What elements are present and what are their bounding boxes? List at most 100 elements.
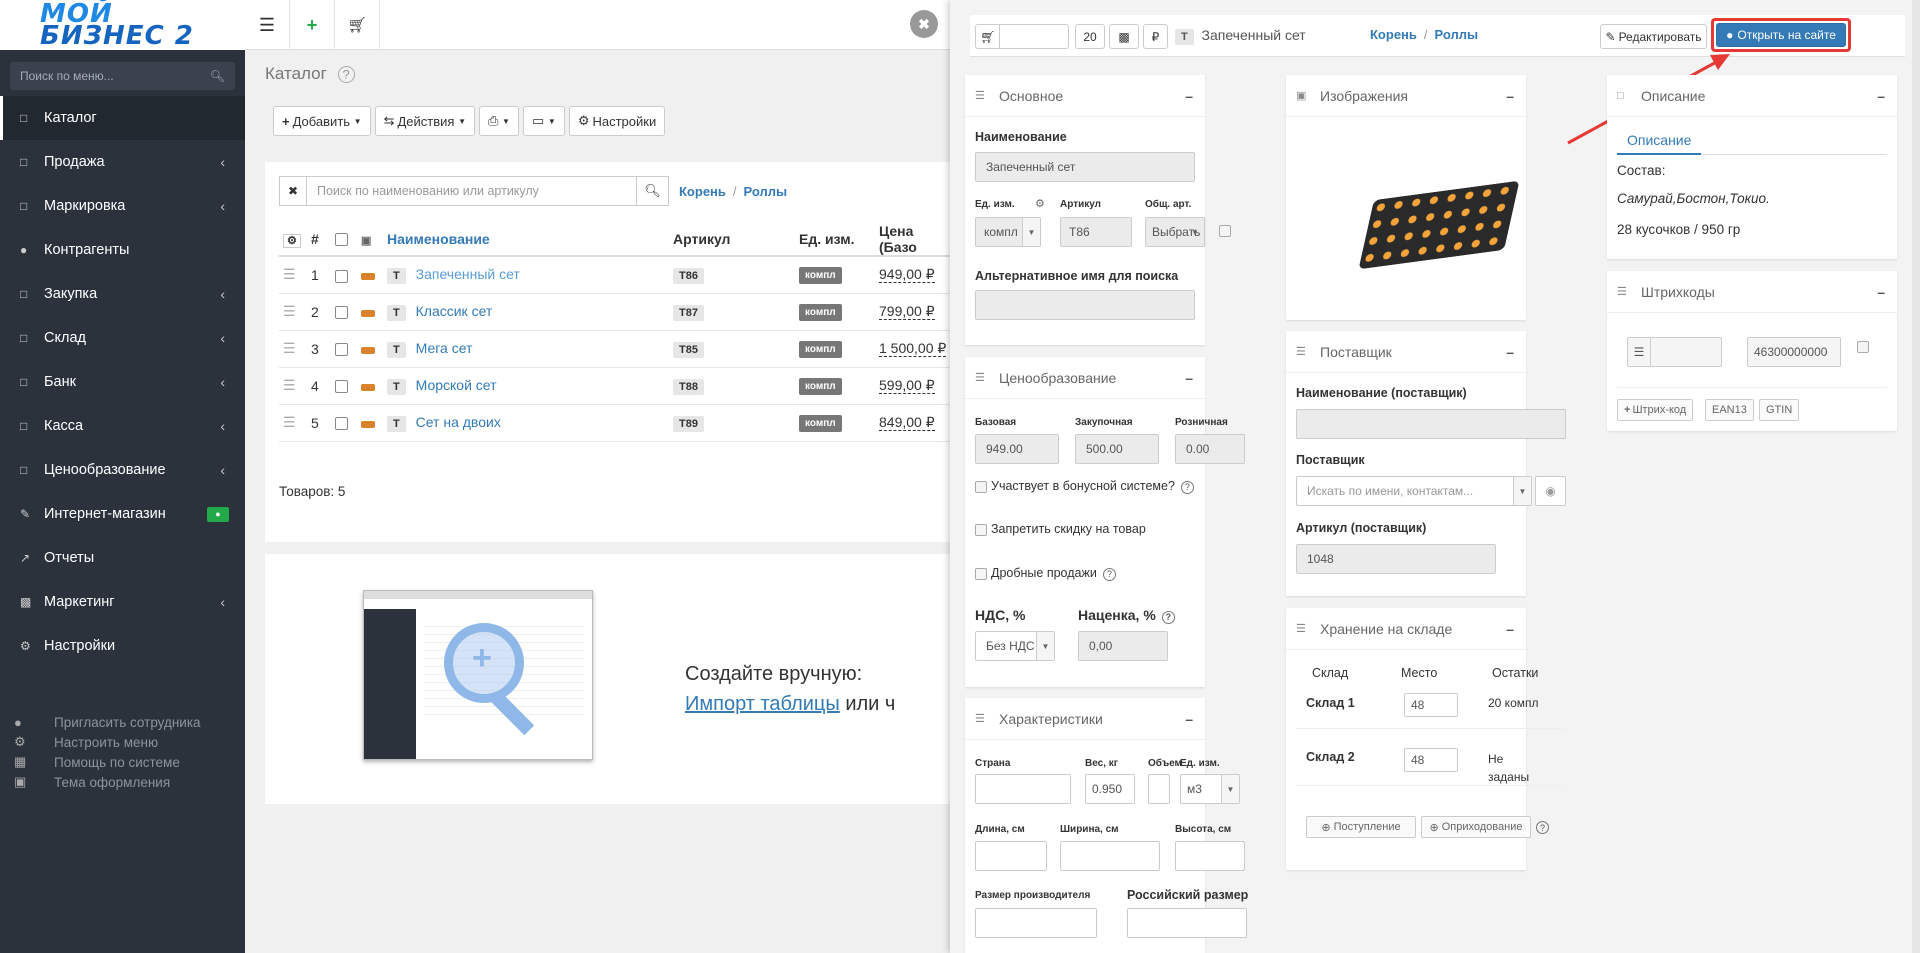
price-button[interactable]: ₽ (1143, 24, 1168, 49)
collapse-button[interactable]: – (1506, 621, 1514, 637)
supplier-select[interactable]: Искать по имени, контактам... ▼ (1296, 476, 1532, 506)
collapse-button[interactable]: – (1877, 88, 1885, 104)
common-article-select[interactable]: Выбрать ▼ (1145, 217, 1205, 247)
gear-icon[interactable]: ⚙ (283, 233, 301, 248)
product-name-link[interactable]: Морской сет (416, 377, 497, 393)
cart-button[interactable]: 🛒︎ (975, 24, 1000, 49)
price-value[interactable]: 1 500,00 ₽ (879, 340, 947, 357)
drag-handle-icon[interactable]: ☰ (283, 414, 296, 430)
display-dropdown-button[interactable]: ▭ ▼ (522, 106, 565, 136)
table-row[interactable]: ☰ 5 T Сет на двоих T89 компл 849,00 ₽ (279, 404, 951, 442)
table-row[interactable]: ☰ 1 T Запеченный сет T86 компл 949,00 ₽ (279, 256, 951, 294)
row-checkbox[interactable] (335, 269, 348, 283)
price-value[interactable]: 949,00 ₽ (879, 266, 935, 284)
tab-description[interactable]: Описание (1617, 127, 1702, 155)
product-name-link[interactable]: Сет на двоих (416, 414, 501, 430)
collapse-button[interactable]: – (1185, 711, 1193, 727)
base-price-field[interactable]: 949.00 (975, 434, 1059, 464)
article-field[interactable]: T86 (1060, 217, 1132, 247)
sidebar-item-settings[interactable]: ⚙ Настройки (0, 624, 245, 668)
column-unit[interactable]: Ед. изм. (795, 222, 875, 257)
sidebar-item-sales[interactable]: □ Продажа ‹ (0, 140, 245, 184)
weight-field[interactable]: 0.950 (1085, 774, 1135, 804)
supplier-article-field[interactable]: 1048 (1296, 544, 1496, 574)
column-name[interactable]: Наименование (383, 222, 669, 257)
view-supplier-button[interactable]: ◉ (1535, 476, 1566, 506)
height-field[interactable] (1175, 841, 1245, 871)
sidebar-item-marketing[interactable]: ▩ Маркетинг ‹ (0, 580, 245, 624)
alt-name-field[interactable] (975, 290, 1195, 320)
barcode-value-field[interactable]: 46300000000 (1747, 337, 1841, 367)
barcode-type-button[interactable]: ☰ (1627, 337, 1651, 367)
gtin-button[interactable]: GTIN (1759, 399, 1800, 421)
settings-button[interactable]: ⚙ Настройки (568, 106, 666, 136)
table-row[interactable]: ☰ 2 T Классик сет T87 компл 799,00 ₽ (279, 293, 951, 331)
column-article[interactable]: Артикул (669, 222, 795, 257)
modal-close-button[interactable]: ✖ (910, 10, 938, 38)
markup-field[interactable]: 0,00 (1078, 631, 1168, 661)
vat-select[interactable]: Без НДС ▼ (975, 631, 1055, 661)
sidebar-item-reports[interactable]: ↗ Отчеты (0, 536, 245, 580)
country-field[interactable] (975, 774, 1071, 804)
sidebar-item-shop[interactable]: ✎ Интернет-магазин ● (0, 492, 245, 536)
row-checkbox[interactable] (335, 380, 348, 394)
product-name-link[interactable]: Классик сет (416, 303, 493, 319)
common-article-checkbox[interactable] (1219, 225, 1231, 237)
sidebar-item-contractors[interactable]: ● Контрагенты (0, 228, 245, 272)
length-field[interactable] (975, 841, 1047, 871)
unit-select[interactable]: компл ▼ (975, 217, 1041, 247)
breadcrumb-root[interactable]: Корень (679, 184, 726, 199)
add-barcode-button[interactable]: + Штрих-код (1617, 399, 1694, 421)
table-row[interactable]: ☰ 3 T Мега сет T85 компл 1 500,00 ₽ (279, 330, 951, 368)
catalog-search-input[interactable]: Поиск по наименованию или артикулу (307, 176, 637, 206)
receive-button[interactable]: ⊕ Поступление (1306, 816, 1416, 838)
ean13-button[interactable]: EAN13 (1705, 399, 1754, 421)
sidebar-item-pricing[interactable]: □ Ценообразование ‹ (0, 448, 245, 492)
product-image[interactable] (1358, 180, 1520, 270)
drag-handle-icon[interactable]: ☰ (283, 377, 296, 393)
help-link[interactable]: ▦ Помощь по системе (14, 752, 201, 772)
add-dropdown-button[interactable]: + Добавить ▼ (273, 106, 371, 136)
sidebar-item-purchase[interactable]: □ Закупка ‹ (0, 272, 245, 316)
place-field[interactable]: 48 (1404, 693, 1458, 717)
retail-price-field[interactable]: 0.00 (1175, 434, 1245, 464)
supplier-name-field[interactable] (1296, 409, 1566, 439)
name-field[interactable]: Запеченный сет (975, 152, 1195, 182)
volume-field[interactable] (1148, 774, 1170, 804)
fractional-checkbox[interactable] (975, 568, 987, 580)
import-table-link[interactable]: Импорт таблицы (685, 693, 840, 715)
sidebar-item-marking[interactable]: □ Маркировка ‹ (0, 184, 245, 228)
collapse-button[interactable]: – (1185, 88, 1193, 104)
table-row[interactable]: ☰ 4 T Морской сет T88 компл 599,00 ₽ (279, 367, 951, 405)
add-button[interactable]: + (290, 0, 335, 50)
collapse-button[interactable]: – (1185, 370, 1193, 386)
collapse-button[interactable]: – (1506, 88, 1514, 104)
select-all-checkbox[interactable] (335, 233, 348, 247)
column-price[interactable]: Цена (Базо (875, 222, 951, 257)
clear-search-button[interactable]: ✖ (279, 176, 307, 206)
barcode-prefix-field[interactable] (1650, 337, 1722, 367)
ru-size-field[interactable] (1127, 908, 1247, 938)
price-value[interactable]: 849,00 ₽ (879, 414, 935, 431)
drag-handle-icon[interactable]: ☰ (283, 303, 296, 319)
row-checkbox[interactable] (335, 306, 348, 320)
sidebar-item-catalog[interactable]: □ Каталог (0, 96, 245, 140)
bonus-checkbox[interactable] (975, 481, 987, 493)
row-checkbox[interactable] (335, 343, 348, 357)
invite-employee-link[interactable]: ● Пригласить сотрудника (14, 712, 201, 732)
theme-link[interactable]: ▣ Тема оформления (14, 772, 201, 792)
drag-handle-icon[interactable]: ☰ (283, 340, 296, 356)
sidebar-item-cash[interactable]: □ Касса ‹ (0, 404, 245, 448)
drag-handle-icon[interactable]: ☰ (283, 266, 296, 282)
price-value[interactable]: 599,00 ₽ (879, 377, 935, 394)
menu-toggle-button[interactable]: ☰ (245, 0, 290, 50)
logo[interactable]: МОЙ БИЗНЕС 2 (0, 0, 245, 50)
spec-unit-select[interactable]: м3 ▼ (1180, 774, 1240, 804)
scrollbar[interactable] (1912, 0, 1920, 953)
no-discount-checkbox[interactable] (975, 524, 987, 536)
price-value[interactable]: 799,00 ₽ (879, 303, 935, 320)
sidebar-item-bank[interactable]: □ Банк ‹ (0, 360, 245, 404)
maker-size-field[interactable] (975, 908, 1097, 938)
breadcrumb-current[interactable]: Роллы (744, 184, 788, 199)
configure-menu-link[interactable]: ⚙ Настроить меню (14, 732, 201, 752)
